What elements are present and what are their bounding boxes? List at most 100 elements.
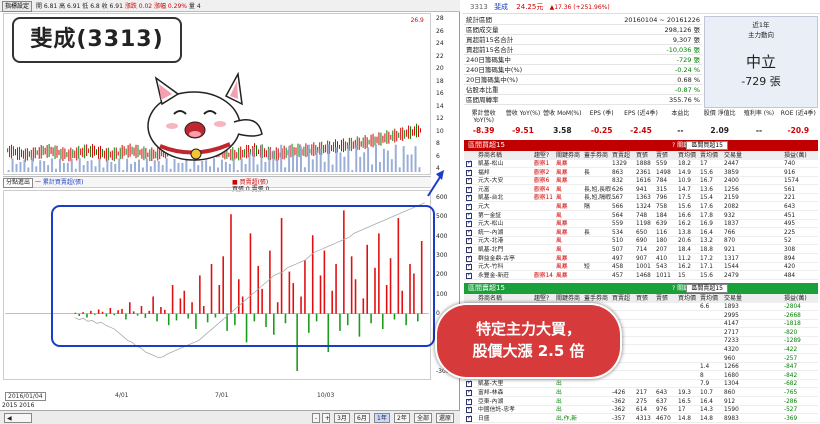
stats-table: 統計區間 20160104 ~ 20161226 區間成交量 298,126 張買超前… [464,16,702,108]
table-cell: 637 [656,398,668,405]
table-cell: 日盛 [478,415,490,422]
range-3m-button[interactable]: 3月 [334,413,350,423]
stats-row: 買超前15名合計 9,307 張 [464,36,702,45]
trend-period: 近1年 [752,21,770,29]
range-all-button[interactable]: 全部 [414,413,433,423]
table-row: 元大-竹科 風暴 短 458 1001 543 16.2 17.1 1544 420 [464,262,818,272]
table-cell: 風暴 [556,221,568,228]
volume-bar [43,161,46,173]
row-checkbox [466,211,472,219]
table-cell: 4313 [636,415,651,422]
table-cell: 觀察11 [534,195,553,202]
volume-bar [102,167,105,173]
volume-bar [110,161,113,173]
table-cell: 17.2 [700,255,713,262]
volume-bar [66,162,69,173]
stats-value: -10,036 張 [666,46,700,54]
table-cell: 225 [784,229,796,236]
lucky-cat-illustration [147,71,263,161]
scroll-left-button[interactable]: ◀ [4,413,32,423]
volume-bar [284,167,287,173]
volume-bar [114,163,117,173]
table-cell: 1001 [636,264,651,271]
indicator-settings-button[interactable]: 指標設定 [2,1,33,12]
stats-row: 區間成交量 298,126 張 [464,26,702,35]
table-cell: 1680 [724,372,739,379]
broker-flow-toolbar: 分點進出 一 累計買賣超(張) [3,176,431,188]
table-cell: 11.2 [678,255,691,262]
table-cell: 457 [612,272,624,279]
buy-table-header: 券商名稱 趨堅? 關鍵券商 蓋手券商 買賣超 買張 賣張 買均價 賣均價 交易量 損益(萬) [464,151,818,160]
restore-button[interactable]: 還原 [436,413,455,423]
date-axis: 2016/01/04 4/01 7/01 10/03 [3,392,431,402]
callout-line-2: 股價大漲 2.5 倍 [472,342,585,360]
table-cell: 7.9 [700,381,710,388]
table-cell: 315 [656,186,668,193]
row-checkbox [466,176,472,185]
buy-select[interactable]: 區間買超15 [686,141,728,150]
volume-bar [414,146,417,173]
table-cell: -362 [612,407,626,414]
table-cell: 860 [724,390,736,396]
zoom-in-button[interactable]: + [322,413,330,423]
table-row: 元大-北港 風 510 690 180 20.6 13.2 870 52 [464,236,818,246]
net-buy-tick: 200 [436,271,448,279]
table-row: 亞東-內湖 出 -362 275 637 16.5 16.4 912 -286 [464,397,818,406]
volume-bar [181,162,184,173]
sell-section-title: 區間賣超15 [468,284,505,292]
table-cell: 643 [656,390,668,396]
stats-value: 0.68 % [677,76,700,84]
table-cell: 1893 [724,304,739,310]
table-cell: 567 [612,195,624,202]
ratio-value: 2.09 [710,126,729,135]
table-cell: 17.1 [700,264,713,271]
table-cell: -422 [784,347,798,353]
volume-bar [367,147,370,173]
table-cell: 796 [656,195,668,202]
price-tick: 6 [436,152,440,160]
zoom-out-button[interactable]: - [312,413,320,423]
stats-row: 區間周轉率 355.76 % [464,96,702,105]
table-cell: 2479 [724,272,739,279]
volume-bar [90,160,93,173]
volume-bar [335,147,338,173]
price-tick: 28 [436,15,444,22]
volume-bar [311,159,314,173]
table-cell: 221 [784,195,796,202]
table-cell: 916 [784,169,796,176]
table-cell: 觀察6 [534,178,550,185]
net-buy-tick: 0 [436,310,440,317]
table-cell: 10.7 [700,390,713,396]
volume-bar [299,146,302,173]
table-row: 日盛 出,作,新 -357 4313 4670 14.8 14.8 8983 -369 [464,414,818,423]
volume-bar [276,159,279,173]
ratio-value: -8.39 [472,126,495,135]
volume-bar [189,168,192,173]
range-2y-button[interactable]: 2年 [394,413,410,423]
range-6m-button[interactable]: 6月 [354,413,370,423]
table-cell: 16.9 [700,221,713,228]
date-apr: 4/01 [115,392,129,399]
table-col-header: 券商名稱 [478,295,503,302]
table-cell: 14.8 [700,415,713,422]
table-cell: 2995 [724,312,739,319]
table-cell: 觀察14 [534,272,553,279]
ratio-label: 營收 MoM(%) [543,110,582,117]
table-cell: 風暴 [556,264,568,271]
ratio-label: EPS (近4季) [624,110,658,117]
table-cell: 14.8 [678,415,691,422]
buy-table: 凱基-松山 觀察1 風暴 1329 1888 559 18.2 17 2447 740 福邦 觀察2 風… [464,159,818,280]
sell-select[interactable]: 區間賣超15 [686,284,728,293]
table-cell: 510 [612,238,624,245]
broker-flow-select[interactable]: 分點進出 [3,178,34,188]
table-cell: 626 [612,186,624,193]
volume-bar [303,167,306,173]
table-cell: 497 [612,255,624,262]
volume-bar [7,170,10,173]
range-1y-button[interactable]: 1年 [374,413,390,423]
table-cell: 隔 [584,204,590,210]
table-cell: 16.6 [678,212,691,219]
volume-bar [410,154,413,173]
table-cell: 15.6 [700,169,713,176]
table-cell: 17 [678,407,686,414]
